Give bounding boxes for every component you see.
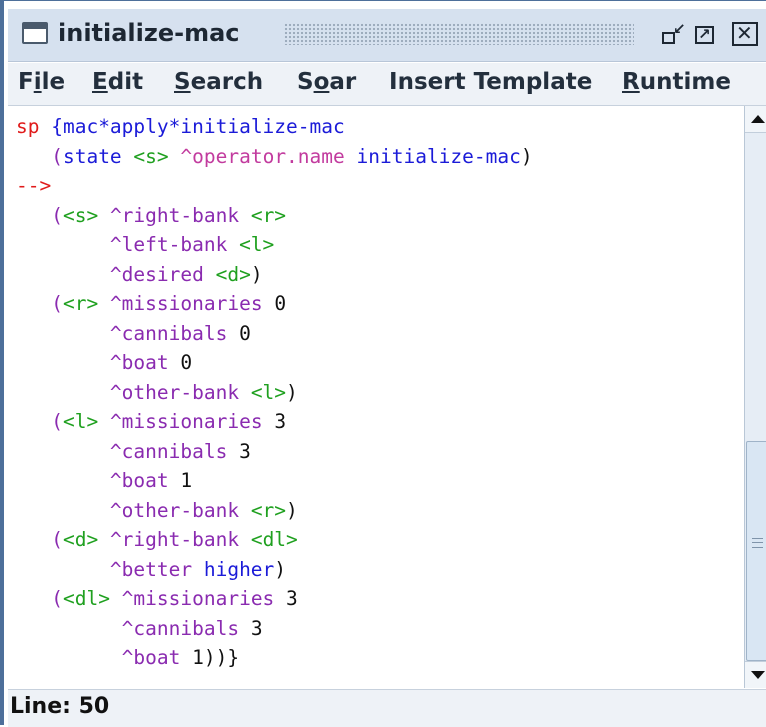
- code-token: ): [286, 380, 298, 404]
- code-token: 1: [180, 469, 193, 492]
- code-token: {mac*apply*initialize-mac: [51, 115, 345, 138]
- code-token: ^missionaries: [109, 587, 287, 610]
- code-token: 0: [239, 321, 251, 345]
- vertical-scrollbar[interactable]: [744, 106, 766, 688]
- menu-insert-template[interactable]: Insert Template: [389, 69, 592, 95]
- code-token: higher: [203, 557, 275, 581]
- code-line: (<d> ^right-bank <dl>: [16, 525, 298, 554]
- code-token: ^missionaries: [98, 292, 275, 315]
- code-token: ): [274, 557, 287, 581]
- menu-search[interactable]: Search: [174, 69, 263, 95]
- menu-edit[interactable]: Edit: [92, 69, 143, 95]
- code-line: ^boat 1: [16, 466, 192, 495]
- code-token: <dl>: [250, 528, 298, 551]
- menu-runtime[interactable]: Runtime: [622, 69, 731, 95]
- iconify-icon[interactable]: ↙: [660, 20, 686, 46]
- status-bar: Line: 50: [8, 689, 766, 727]
- code-line: ^other-bank <r>): [16, 496, 298, 525]
- code-token: (: [16, 587, 63, 610]
- thumb-grip-icon: [752, 538, 763, 548]
- code-token: ): [286, 498, 298, 522]
- code-token: 3: [239, 439, 251, 463]
- code-token: 3: [274, 410, 287, 433]
- code-token: (: [16, 203, 63, 227]
- code-line: ^cannibals 0: [16, 319, 251, 348]
- status-line-number: Line: 50: [10, 694, 110, 719]
- code-token: <s>: [62, 203, 99, 227]
- code-line: ^desired <d>): [16, 260, 263, 289]
- code-line: ^left-bank <l>: [16, 230, 274, 259]
- code-token: <s>: [133, 144, 169, 168]
- code-line: (<r> ^missionaries 0: [16, 289, 286, 318]
- code-token: ^boat: [16, 351, 181, 374]
- code-token: 3: [250, 616, 263, 640]
- code-token: ^desired: [16, 262, 216, 286]
- code-line: (<dl> ^missionaries 3: [16, 584, 298, 613]
- code-token: ): [250, 262, 263, 286]
- code-token: ^left-bank: [16, 233, 240, 256]
- scroll-thumb[interactable]: [746, 441, 766, 661]
- close-icon[interactable]: ✕: [732, 21, 758, 46]
- code-token: <l>: [62, 410, 99, 433]
- code-token: (: [16, 144, 63, 168]
- code-token: 0: [180, 351, 193, 374]
- code-line: -->: [16, 171, 51, 200]
- scroll-up-icon[interactable]: [745, 106, 766, 133]
- code-token: ^cannibals: [16, 321, 240, 345]
- code-token: <l>: [250, 380, 287, 404]
- menu-bar: File Edit Search Soar Insert Template Ru…: [8, 63, 766, 106]
- code-token: <d>: [62, 528, 99, 551]
- window-title: initialize-mac: [58, 19, 240, 47]
- code-line: (<l> ^missionaries 3: [16, 407, 286, 436]
- code-token: ^right-bank: [98, 203, 251, 227]
- code-line: (<s> ^right-bank <r>: [16, 201, 286, 230]
- window-icon[interactable]: [22, 22, 48, 44]
- code-line: ^cannibals 3: [16, 437, 251, 466]
- code-token: (: [16, 410, 63, 433]
- code-token: ^right-bank: [98, 528, 251, 551]
- code-line: ^cannibals 3: [16, 614, 263, 643]
- code-editor[interactable]: sp {mac*apply*initialize-mac (state <s> …: [8, 106, 744, 688]
- code-line: ^better higher): [16, 555, 286, 584]
- code-token: <d>: [215, 262, 251, 286]
- maximize-icon[interactable]: ↗: [694, 22, 720, 46]
- title-grip: [284, 23, 634, 45]
- code-token: <r>: [250, 203, 287, 227]
- code-token: ^other-bank: [16, 498, 251, 522]
- code-token: ^boat: [16, 469, 181, 492]
- code-line: ^boat 0: [16, 348, 192, 377]
- code-token: (: [16, 528, 63, 551]
- code-token: (: [16, 292, 63, 315]
- code-token: <l>: [239, 233, 275, 256]
- code-token: 3: [286, 587, 298, 610]
- code-token: ^boat: [16, 646, 193, 669]
- code-token: ^other-bank: [16, 380, 251, 404]
- code-token: ): [520, 144, 533, 168]
- code-token: ^missionaries: [98, 410, 275, 433]
- title-bar[interactable]: initialize-mac ↙ ↗ ✕: [8, 9, 766, 62]
- code-line: ^other-bank <l>): [16, 378, 298, 407]
- code-line: (state <s> ^operator.name initialize-mac…: [16, 142, 533, 171]
- code-token: initialize-mac: [356, 144, 521, 168]
- code-token: ^operator.name: [168, 144, 357, 168]
- code-token: <r>: [62, 292, 99, 315]
- code-token: ^better: [16, 557, 204, 581]
- scroll-down-icon[interactable]: [745, 661, 766, 688]
- menu-soar[interactable]: Soar: [297, 69, 356, 95]
- code-line: sp {mac*apply*initialize-mac: [16, 112, 345, 141]
- code-token: ^cannibals: [16, 616, 251, 640]
- code-token: <dl>: [62, 587, 110, 610]
- code-token: 1))}: [192, 646, 240, 669]
- code-token: state: [62, 144, 134, 168]
- code-token: -->: [16, 174, 52, 197]
- code-token: ^cannibals: [16, 439, 240, 463]
- code-line: ^boat 1))}: [16, 643, 239, 672]
- code-token: <r>: [250, 498, 287, 522]
- editor-window: initialize-mac ↙ ↗ ✕ File Edit Search So…: [0, 0, 766, 727]
- code-token: sp: [16, 115, 52, 138]
- menu-file[interactable]: File: [18, 69, 65, 95]
- code-token: 0: [274, 292, 287, 315]
